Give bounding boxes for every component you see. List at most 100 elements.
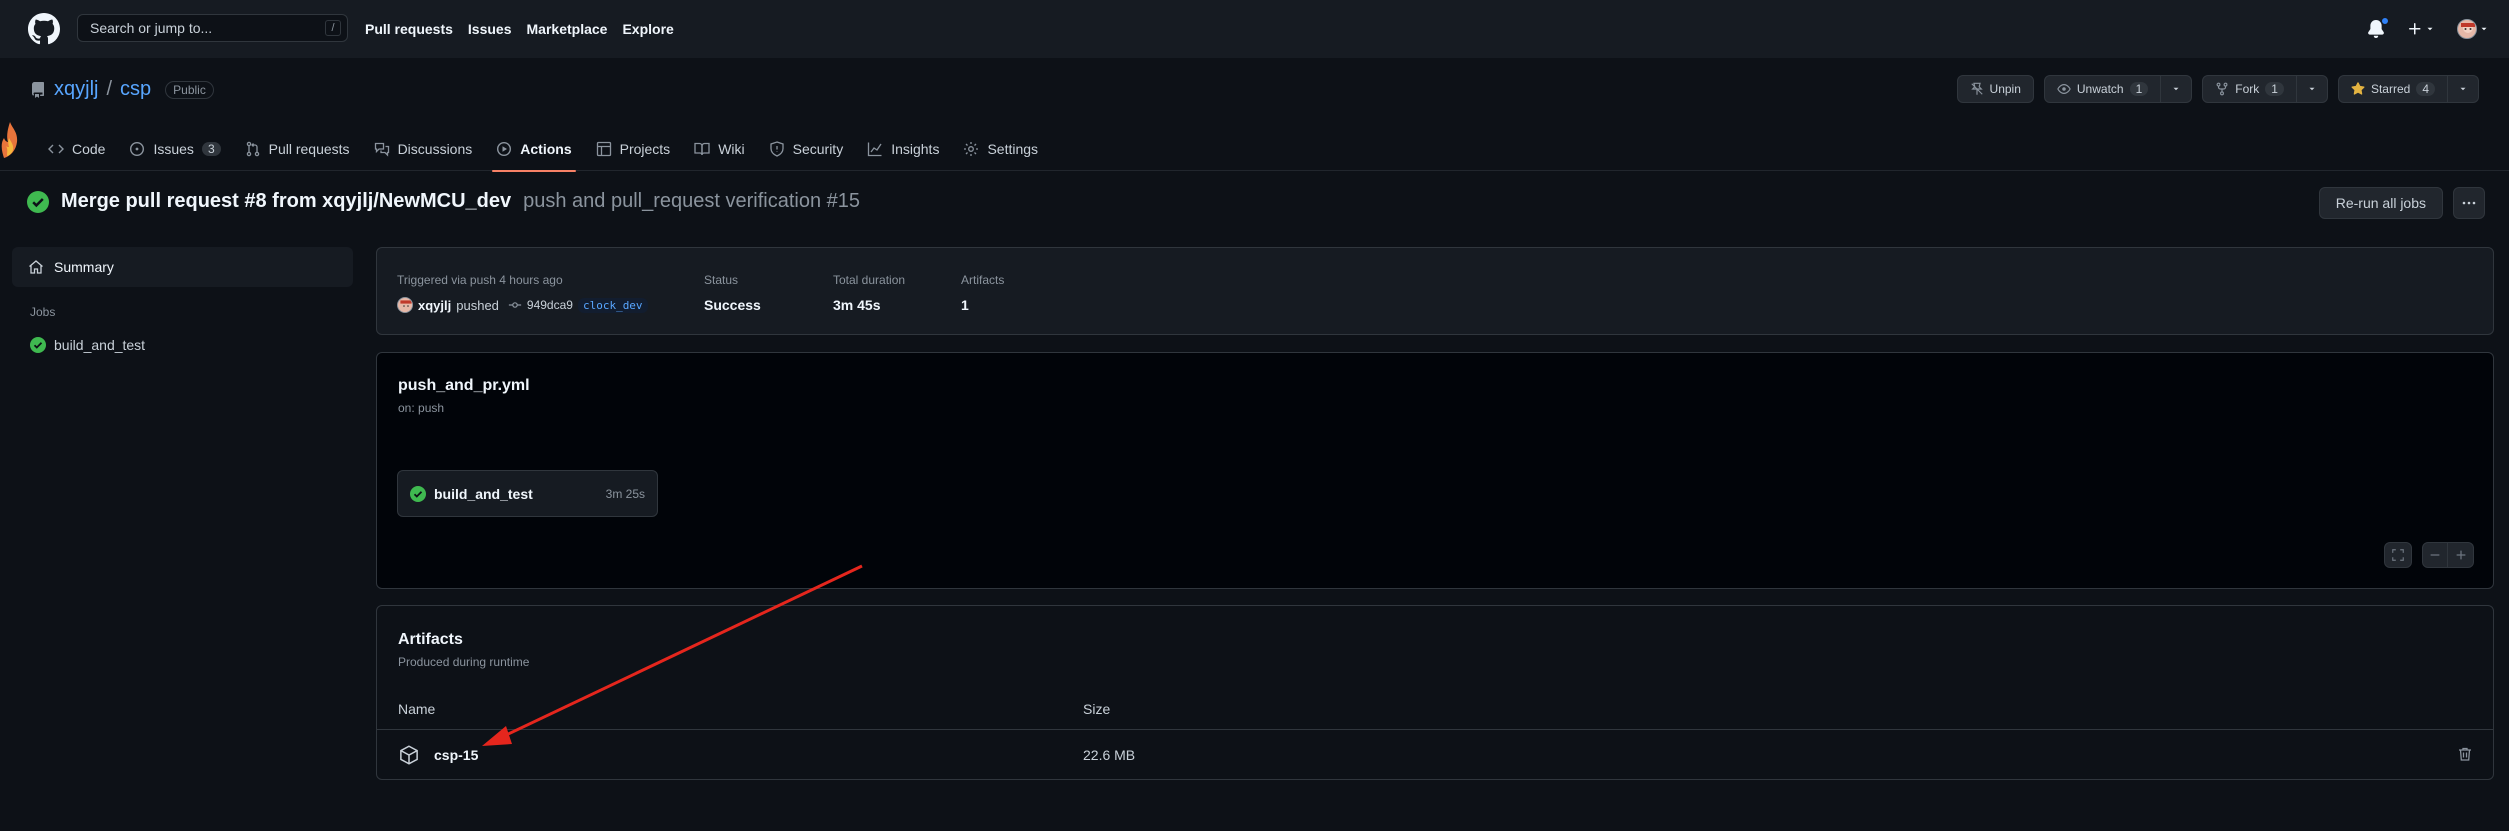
column-size-header: Size [1083, 701, 1111, 717]
starred-button[interactable]: Starred 4 [2337, 75, 2448, 103]
create-new-menu[interactable] [2407, 21, 2435, 37]
pull-request-icon [246, 141, 259, 156]
check-circle-icon [30, 337, 46, 353]
artifacts-title: Artifacts [398, 631, 463, 648]
star-dropdown-button[interactable] [2448, 75, 2479, 103]
tab-discussions[interactable]: Discussions [362, 126, 485, 171]
repo-name-link[interactable]: csp [120, 78, 151, 101]
unwatch-label: Unwatch [2076, 82, 2124, 96]
run-actions: Re-run all jobs [2318, 187, 2485, 219]
artifacts-table-header: Name Size [377, 692, 2493, 730]
zoom-button-group [2422, 542, 2474, 568]
actor-link[interactable]: xqyjlj [418, 298, 451, 313]
artifacts-subtitle: Produced during runtime [398, 655, 530, 669]
watch-dropdown-button[interactable] [2161, 75, 2193, 103]
fork-split-button: Fork 1 [2202, 75, 2328, 103]
kebab-horizontal-icon [2462, 201, 2476, 205]
trigger-action: pushed [456, 297, 499, 313]
tab-label: Actions [520, 140, 572, 157]
tab-label: Issues [153, 140, 194, 157]
tab-label: Settings [987, 140, 1039, 157]
workflow-run-header: Merge pull request #8 from xqyjlj/NewMCU… [27, 190, 860, 213]
flame-icon [1, 122, 18, 158]
repo-title: xqyjlj / csp Public [30, 78, 214, 101]
notification-dot [2381, 17, 2389, 25]
global-header: Search or jump to... / Pull requests Iss… [0, 0, 2509, 58]
trash-icon[interactable] [2457, 746, 2473, 762]
job-node-name: build_and_test [434, 485, 533, 502]
unpin-label: Unpin [1989, 82, 2021, 96]
fork-button[interactable]: Fork 1 [2202, 75, 2297, 103]
tab-code[interactable]: Code [36, 126, 117, 171]
fork-icon [2216, 82, 2228, 96]
package-icon [400, 745, 418, 765]
zoom-in-button[interactable] [2448, 542, 2474, 568]
artifact-row: csp-15 22.6 MB [377, 731, 2493, 779]
issues-count: 3 [201, 141, 221, 156]
star-split-button: Starred 4 [2337, 75, 2479, 103]
notifications-button[interactable] [2367, 17, 2389, 38]
zoom-out-button[interactable] [2422, 542, 2448, 568]
github-logo-icon[interactable] [28, 13, 60, 45]
unpin-button[interactable]: Unpin [1956, 75, 2034, 103]
tab-projects[interactable]: Projects [584, 126, 683, 171]
play-icon [497, 141, 512, 156]
tab-pull-requests[interactable]: Pull requests [233, 126, 362, 171]
issue-icon [130, 141, 145, 156]
tab-security[interactable]: Security [757, 126, 856, 171]
nav-issues[interactable]: Issues [468, 21, 512, 37]
artifacts-count[interactable]: 1 [961, 297, 1004, 313]
visibility-badge: Public [165, 80, 214, 99]
sidebar-item-job[interactable]: build_and_test [12, 337, 353, 353]
more-options-button[interactable] [2453, 187, 2485, 219]
repo-tabs: Code Issues 3 Pull requests Discussions … [36, 126, 1050, 172]
fork-count: 1 [2265, 82, 2284, 96]
trigger-label: Triggered via push 4 hours ago [397, 273, 563, 287]
plus-icon [2456, 550, 2465, 560]
book-icon [694, 142, 710, 155]
workflow-trigger: on: push [398, 401, 445, 415]
artifact-name-link[interactable]: csp-15 [434, 747, 478, 763]
discussions-icon [374, 142, 389, 157]
sidebar-job-label: build_and_test [54, 337, 146, 353]
tab-insights[interactable]: Insights [855, 126, 951, 171]
nav-marketplace[interactable]: Marketplace [527, 21, 608, 37]
run-subtitle: push and pull_request verification #15 [523, 190, 861, 212]
fullscreen-button[interactable] [2384, 542, 2412, 568]
column-name-header: Name [398, 701, 436, 717]
tab-label: Pull requests [268, 140, 350, 157]
commit-sha-link[interactable]: 949dca9 [527, 298, 573, 312]
sidebar-item-summary[interactable]: Summary [12, 247, 353, 287]
job-node-build-and-test[interactable]: build_and_test 3m 25s [397, 470, 658, 517]
duration-value[interactable]: 3m 45s [833, 297, 905, 313]
caret-down-icon [2460, 87, 2466, 91]
home-icon [29, 260, 43, 274]
graph-zoom-controls [2384, 542, 2474, 568]
nav-explore[interactable]: Explore [622, 21, 673, 37]
tab-wiki[interactable]: Wiki [682, 126, 756, 171]
caret-down-icon [2173, 87, 2179, 91]
status-info: Status Success [704, 273, 761, 313]
user-menu[interactable] [2457, 19, 2489, 39]
pin-icon [1970, 82, 1983, 95]
branch-label[interactable]: clock_dev [577, 297, 648, 313]
watch-split-button: Unwatch 1 [2043, 75, 2193, 103]
commit-icon [508, 302, 522, 308]
watch-count: 1 [2129, 82, 2149, 96]
fork-dropdown-button[interactable] [2296, 75, 2328, 103]
rerun-all-jobs-button[interactable]: Re-run all jobs [2318, 187, 2443, 219]
tab-issues[interactable]: Issues 3 [117, 126, 232, 171]
tab-settings[interactable]: Settings [951, 126, 1050, 171]
repo-owner-link[interactable]: xqyjlj [54, 78, 98, 101]
tab-actions[interactable]: Actions [484, 126, 583, 172]
search-input[interactable]: Search or jump to... / [77, 14, 348, 42]
actor-avatar [397, 297, 413, 313]
tab-label: Security [792, 140, 844, 157]
check-circle-icon [410, 485, 426, 502]
star-filled-icon [2351, 82, 2365, 95]
tab-label: Code [72, 140, 106, 157]
nav-pull-requests[interactable]: Pull requests [365, 21, 453, 37]
unwatch-button[interactable]: Unwatch 1 [2043, 75, 2162, 103]
tab-label: Discussions [397, 140, 473, 157]
trigger-info: Triggered via push 4 hours ago xqyjlj pu… [397, 273, 648, 313]
